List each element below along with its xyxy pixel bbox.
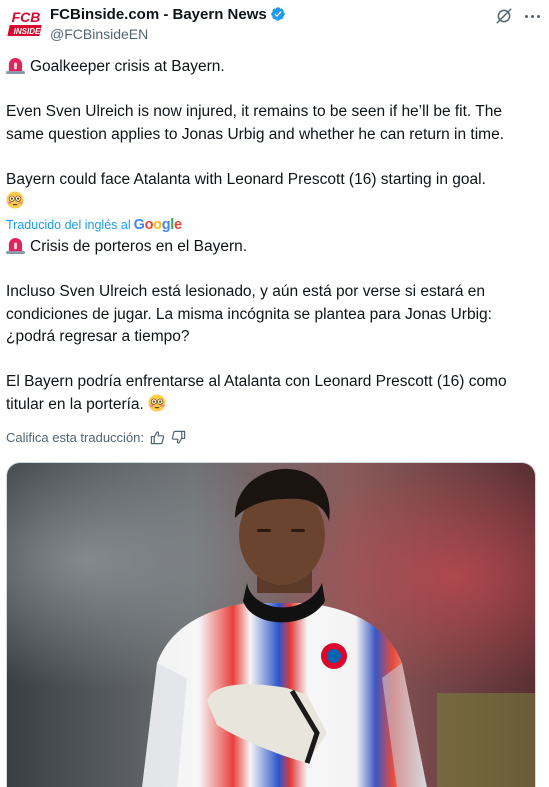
thumbs-down-icon[interactable] [171,430,186,445]
tweet-media-photo[interactable] [6,462,536,787]
google-logo: Google [133,217,182,233]
flushed-face-icon [6,191,24,209]
author-name-row[interactable]: FCBinside.com - Bayern News [50,6,286,23]
tweet-text: Goalkeeper crisis at Bayern. Even Sven U… [6,56,541,214]
tweet-line-1: Goalkeeper crisis at Bayern. [6,56,541,79]
avatar-logo-bottom: INSIDE [14,27,41,36]
author-handle[interactable]: @FCBinsideEN [50,26,148,42]
rate-translation: Califica esta traducción: [6,430,186,445]
verified-badge-icon [270,7,285,21]
tweet-headline: Goalkeeper crisis at Bayern. [30,58,225,75]
more-icon[interactable] [521,6,543,26]
tweet-paragraph-2: Even Sven Ulreich is now injured, it rem… [6,103,505,143]
translation-note-text: Traducido del inglés al [6,218,131,232]
player-photo [7,463,535,787]
translated-line-1: Crisis de porteros en el Bayern. [6,236,541,259]
avatar-logo-top: FCB [12,9,41,25]
rate-translation-label: Califica esta traducción: [6,430,145,445]
author-name[interactable]: FCBinside.com - Bayern News [50,6,267,23]
translated-paragraph-3: El Bayern podría enfrentarse al Atalanta… [6,371,541,416]
thumbs-up-icon[interactable] [150,430,165,445]
tweet-paragraph-3-text: Bayern could face Atalanta with Leonard … [6,170,486,188]
siren-icon [6,57,25,74]
translated-headline: Crisis de porteros en el Bayern. [30,238,248,255]
avatar[interactable]: FCB INSIDE [6,5,46,45]
siren-icon [6,237,25,254]
translation-note[interactable]: Traducido del inglés al Google [6,217,182,233]
translated-text: Crisis de porteros en el Bayern. Incluso… [6,236,541,416]
translated-paragraph-3-text: El Bayern podría enfrentarse al Atalanta… [6,373,507,413]
tweet-header: FCB INSIDE FCBinside.com - Bayern News @… [6,4,543,45]
tweet-paragraph-3: Bayern could face Atalanta with Leonard … [6,169,541,214]
grok-icon[interactable] [495,7,513,25]
flushed-face-icon [148,393,166,412]
translated-paragraph-2: Incluso Sven Ulreich está lesionado, y a… [6,283,492,345]
